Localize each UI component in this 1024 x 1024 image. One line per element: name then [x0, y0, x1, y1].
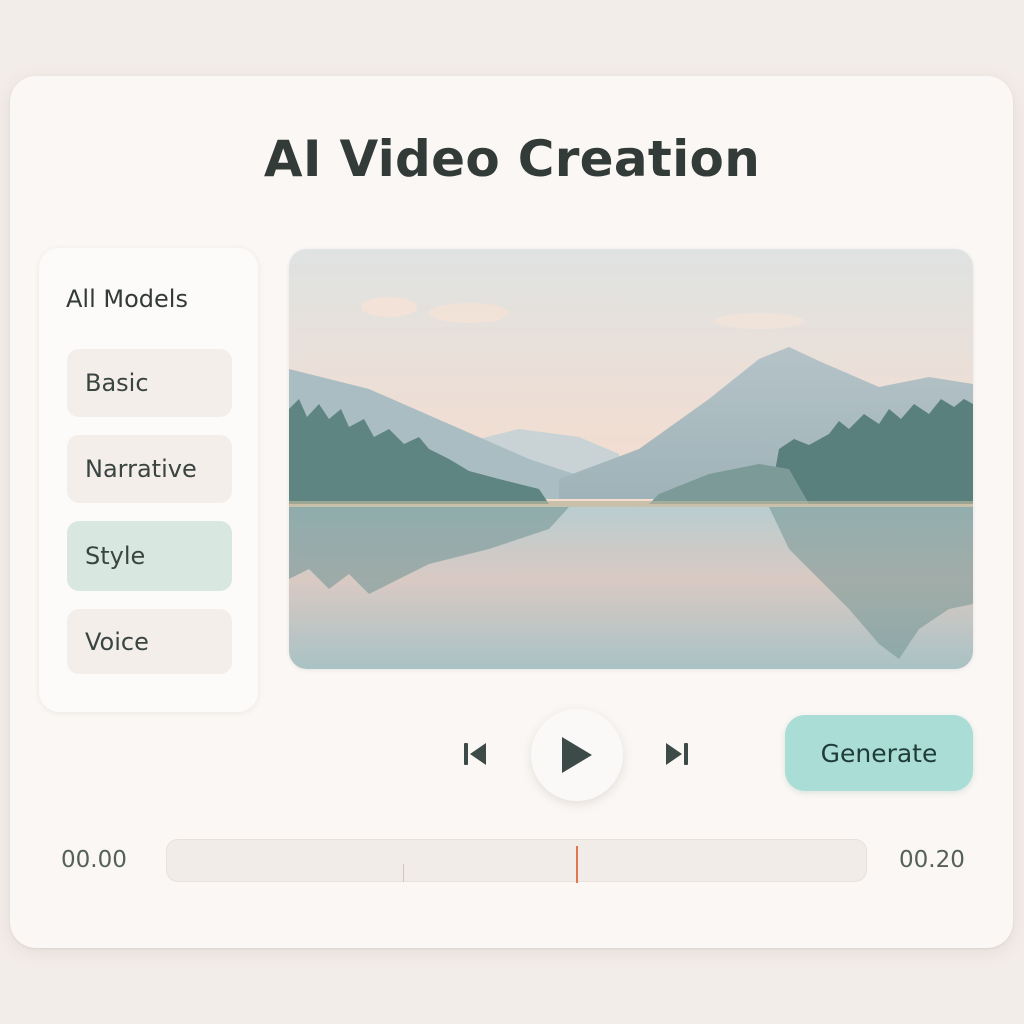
skip-previous-button[interactable] [455, 734, 495, 774]
playhead[interactable] [576, 846, 578, 883]
model-item-basic[interactable]: Basic [67, 349, 232, 417]
skip-next-icon [666, 743, 688, 765]
start-time: 00.00 [61, 847, 127, 873]
generate-button[interactable]: Generate [785, 715, 973, 791]
sidebar-heading: All Models [66, 285, 188, 313]
model-item-label: Basic [85, 369, 149, 397]
skip-previous-icon [464, 743, 486, 765]
play-icon [562, 737, 592, 773]
page-title: AI Video Creation [263, 130, 761, 188]
model-item-label: Voice [85, 627, 149, 656]
play-button[interactable] [531, 709, 623, 801]
timeline-tick [403, 864, 404, 882]
model-item-voice[interactable]: Voice [67, 609, 232, 674]
skip-next-button[interactable] [657, 734, 697, 774]
model-item-narrative[interactable]: Narrative [67, 435, 232, 503]
end-time: 00.20 [899, 847, 965, 873]
model-item-label: Style [85, 542, 146, 570]
model-item-label: Narrative [85, 455, 197, 483]
generate-label: Generate [820, 738, 938, 768]
video-preview[interactable] [289, 249, 973, 669]
timeline-scrubber[interactable] [166, 839, 867, 883]
landscape-image [289, 249, 973, 669]
model-item-style[interactable]: Style [67, 521, 232, 591]
